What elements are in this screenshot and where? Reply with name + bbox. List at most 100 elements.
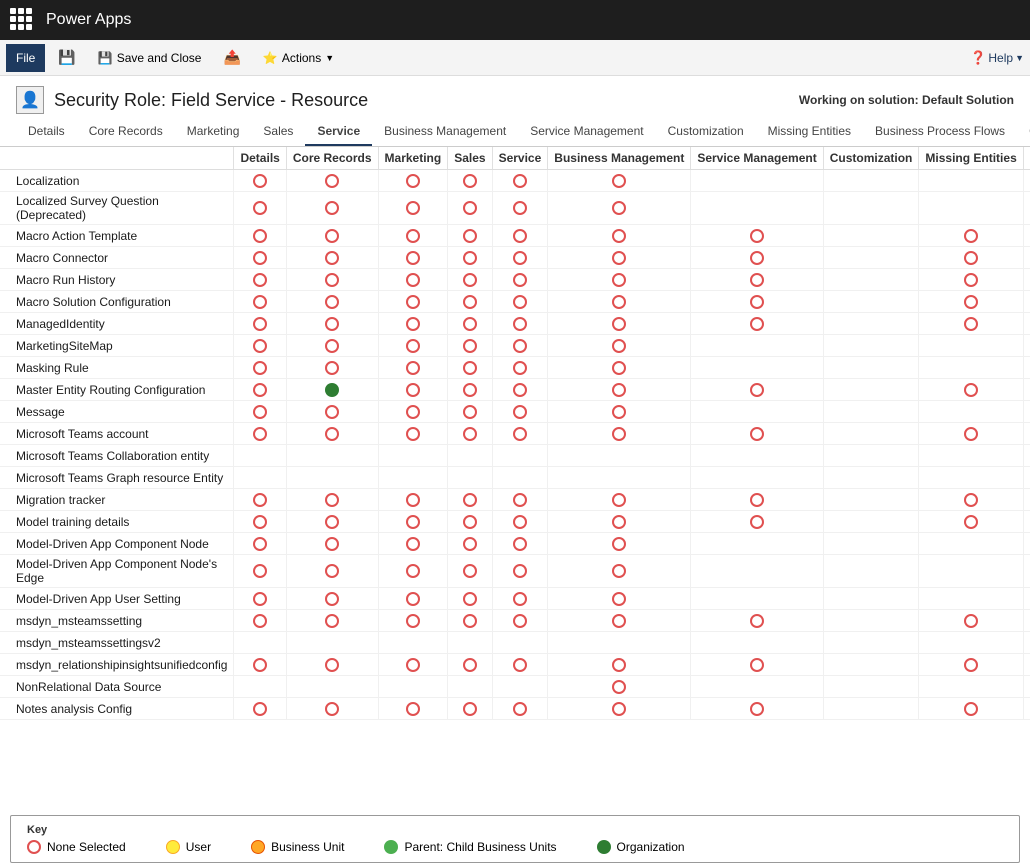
permission-cell[interactable] — [286, 511, 378, 533]
permission-cell[interactable] — [548, 225, 691, 247]
permission-cell[interactable] — [286, 654, 378, 676]
permission-cell[interactable] — [448, 225, 492, 247]
permission-cell[interactable] — [548, 698, 691, 720]
permission-cell[interactable] — [548, 489, 691, 511]
permission-cell[interactable] — [1023, 698, 1030, 720]
permission-cell[interactable] — [234, 533, 286, 555]
permission-cell[interactable] — [919, 313, 1023, 335]
permission-cell[interactable] — [492, 401, 548, 423]
permission-cell[interactable] — [691, 632, 823, 654]
permission-cell[interactable] — [286, 445, 378, 467]
permission-cell[interactable] — [492, 379, 548, 401]
permission-cell[interactable] — [919, 247, 1023, 269]
permission-cell[interactable] — [691, 313, 823, 335]
permission-cell[interactable] — [919, 269, 1023, 291]
actions-button[interactable]: ⭐ Actions ▼ — [254, 44, 343, 72]
permission-cell[interactable] — [492, 610, 548, 632]
permission-cell[interactable] — [919, 676, 1023, 698]
tab-customization[interactable]: Customization — [656, 118, 756, 146]
permission-cell[interactable] — [1023, 357, 1030, 379]
permission-cell[interactable] — [378, 401, 448, 423]
permission-cell[interactable] — [234, 489, 286, 511]
permission-cell[interactable] — [448, 357, 492, 379]
permission-cell[interactable] — [286, 489, 378, 511]
permission-cell[interactable] — [448, 588, 492, 610]
permission-cell[interactable] — [448, 698, 492, 720]
permission-cell[interactable] — [1023, 313, 1030, 335]
permission-cell[interactable] — [286, 335, 378, 357]
permission-cell[interactable] — [492, 511, 548, 533]
permission-cell[interactable] — [691, 357, 823, 379]
permission-cell[interactable] — [1023, 610, 1030, 632]
permission-cell[interactable] — [378, 489, 448, 511]
permission-cell[interactable] — [448, 379, 492, 401]
permission-cell[interactable] — [286, 676, 378, 698]
permission-cell[interactable] — [286, 170, 378, 192]
permission-cell[interactable] — [1023, 632, 1030, 654]
permission-cell[interactable] — [286, 357, 378, 379]
permission-cell[interactable] — [448, 654, 492, 676]
permission-cell[interactable] — [286, 247, 378, 269]
permission-cell[interactable] — [378, 654, 448, 676]
permission-cell[interactable] — [492, 555, 548, 588]
permission-cell[interactable] — [234, 610, 286, 632]
permission-cell[interactable] — [378, 225, 448, 247]
permission-cell[interactable] — [1023, 291, 1030, 313]
permission-cell[interactable] — [548, 192, 691, 225]
permission-cell[interactable] — [492, 225, 548, 247]
permission-cell[interactable] — [548, 170, 691, 192]
permission-cell[interactable] — [234, 401, 286, 423]
permission-cell[interactable] — [448, 170, 492, 192]
permission-cell[interactable] — [919, 698, 1023, 720]
tab-service-management[interactable]: Service Management — [518, 118, 655, 146]
permission-cell[interactable] — [548, 632, 691, 654]
permission-cell[interactable] — [919, 445, 1023, 467]
permission-cell[interactable] — [919, 357, 1023, 379]
tab-core-records[interactable]: Core Records — [77, 118, 175, 146]
file-button[interactable]: File — [6, 44, 45, 72]
permission-cell[interactable] — [286, 632, 378, 654]
permission-cell[interactable] — [691, 489, 823, 511]
permission-cell[interactable] — [234, 357, 286, 379]
permission-cell[interactable] — [286, 225, 378, 247]
permission-cell[interactable] — [286, 423, 378, 445]
permission-cell[interactable] — [919, 467, 1023, 489]
permission-cell[interactable] — [548, 379, 691, 401]
permission-cell[interactable] — [234, 588, 286, 610]
permission-cell[interactable] — [234, 467, 286, 489]
permission-cell[interactable] — [823, 291, 919, 313]
permission-cell[interactable] — [548, 467, 691, 489]
permission-cell[interactable] — [378, 555, 448, 588]
permission-cell[interactable] — [823, 379, 919, 401]
permission-cell[interactable] — [919, 291, 1023, 313]
permission-cell[interactable] — [691, 467, 823, 489]
permission-cell[interactable] — [448, 291, 492, 313]
permission-cell[interactable] — [823, 423, 919, 445]
permission-cell[interactable] — [286, 467, 378, 489]
permission-cell[interactable] — [823, 511, 919, 533]
permission-cell[interactable] — [823, 555, 919, 588]
permission-cell[interactable] — [1023, 225, 1030, 247]
permission-cell[interactable] — [492, 192, 548, 225]
tab-business-process-flows[interactable]: Business Process Flows — [863, 118, 1017, 146]
permission-cell[interactable] — [823, 269, 919, 291]
permission-cell[interactable] — [286, 698, 378, 720]
permission-cell[interactable] — [919, 225, 1023, 247]
permission-cell[interactable] — [691, 225, 823, 247]
permission-cell[interactable] — [234, 632, 286, 654]
permission-cell[interactable] — [234, 170, 286, 192]
tab-missing-entities[interactable]: Missing Entities — [756, 118, 863, 146]
permission-cell[interactable] — [286, 379, 378, 401]
permission-cell[interactable] — [691, 335, 823, 357]
permission-cell[interactable] — [448, 555, 492, 588]
permission-cell[interactable] — [691, 654, 823, 676]
permission-cell[interactable] — [234, 291, 286, 313]
permission-cell[interactable] — [448, 423, 492, 445]
permission-cell[interactable] — [823, 247, 919, 269]
permission-cell[interactable] — [919, 610, 1023, 632]
permission-cell[interactable] — [234, 192, 286, 225]
permission-cell[interactable] — [286, 401, 378, 423]
permission-cell[interactable] — [378, 269, 448, 291]
permission-cell[interactable] — [823, 401, 919, 423]
permission-cell[interactable] — [234, 698, 286, 720]
